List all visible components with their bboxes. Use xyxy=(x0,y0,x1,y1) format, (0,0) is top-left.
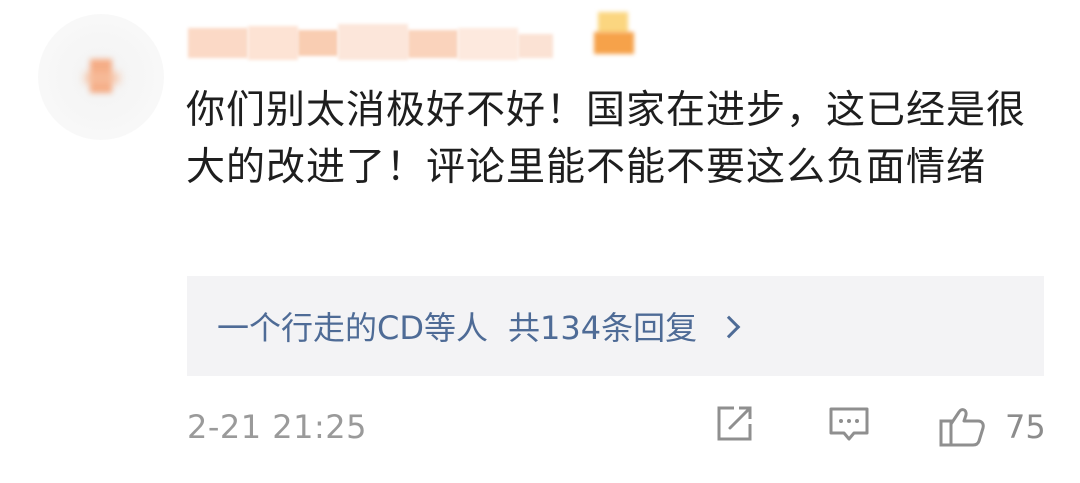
username-pixelated[interactable] xyxy=(188,20,558,64)
avatar[interactable] xyxy=(38,14,164,140)
replies-participants: 一个行走的CD等人 xyxy=(217,309,488,347)
share-button[interactable] xyxy=(712,402,756,450)
replies-preview[interactable]: 一个行走的CD等人 共134条回复 xyxy=(187,276,1044,376)
avatar-blur-2 xyxy=(84,72,120,84)
chevron-right-icon xyxy=(717,315,741,339)
replies-count: 共134条回复 xyxy=(508,309,698,347)
like-button[interactable] xyxy=(937,402,987,454)
thumbs-up-icon xyxy=(939,408,985,447)
share-icon xyxy=(717,406,752,441)
user-badge-pixelated xyxy=(592,10,636,60)
comment-icon xyxy=(829,407,869,441)
comment-timestamp: 2-21 21:25 xyxy=(187,408,368,446)
comment-text: 你们别太消极好不好！国家在进步，这已经是很大的改进了！评论里能不能不要这么负面情… xyxy=(186,88,1027,190)
reply-button[interactable] xyxy=(826,402,872,450)
like-count: 75 xyxy=(1005,408,1046,446)
